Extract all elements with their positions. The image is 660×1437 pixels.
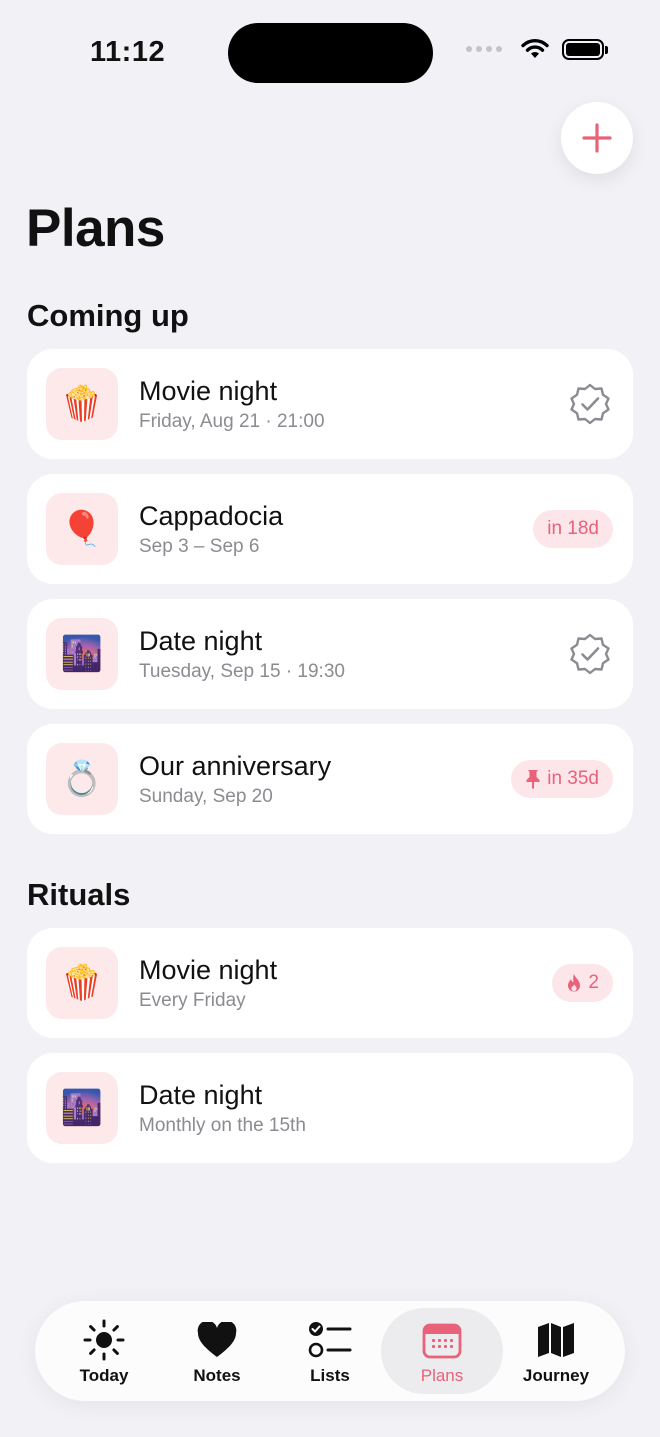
- plan-date: Friday, Aug 21 · 21:00: [139, 411, 325, 432]
- cityscape-emoji: 🌆: [46, 618, 118, 690]
- popcorn-emoji: 🍿: [46, 368, 118, 440]
- ring-emoji: 💍: [46, 743, 118, 815]
- heart-icon: [197, 1322, 237, 1357]
- dynamic-island: [228, 23, 433, 83]
- plan-card[interactable]: 🌆 Date night Tuesday, Sep 15 · 19:30: [27, 599, 633, 709]
- plan-title: Our anniversary: [139, 751, 332, 781]
- verified-badge-icon: [570, 633, 610, 675]
- map-icon: [538, 1323, 574, 1357]
- status-time: 11:12: [90, 36, 166, 68]
- battery-icon: [562, 38, 608, 60]
- wifi-icon: [521, 38, 549, 58]
- plan-date: Sep 3 – Sep 6: [139, 536, 260, 557]
- streak-count: 2: [588, 972, 599, 993]
- status-icons: [466, 38, 608, 60]
- countdown-label: in 18d: [547, 518, 599, 539]
- plan-card[interactable]: 🎈 Cappadocia Sep 3 – Sep 6 in 18d: [27, 474, 633, 584]
- ritual-schedule: Monthly on the 15th: [139, 1115, 306, 1136]
- section-title-coming-up: Coming up: [27, 298, 189, 333]
- tab-label: Lists: [310, 1366, 350, 1385]
- pin-icon: [526, 770, 540, 789]
- plan-date: Sunday, Sep 20: [139, 786, 273, 807]
- plus-icon: [582, 123, 612, 153]
- tab-journey[interactable]: Journey: [495, 1308, 617, 1394]
- plan-title: Date night: [139, 626, 263, 656]
- streak-badge: 2: [552, 964, 613, 1002]
- tab-label: Notes: [193, 1366, 241, 1385]
- cellular-signal-icon: [466, 46, 502, 52]
- flame-icon: [568, 974, 581, 992]
- countdown-label: in 35d: [547, 768, 599, 789]
- tab-notes[interactable]: Notes: [156, 1308, 278, 1394]
- ritual-card[interactable]: 🌆 Date night Monthly on the 15th: [27, 1053, 633, 1163]
- tab-lists[interactable]: Lists: [269, 1308, 391, 1394]
- countdown-badge: in 18d: [533, 510, 613, 548]
- tab-label: Plans: [420, 1366, 464, 1385]
- plan-card[interactable]: 🍿 Movie night Friday, Aug 21 · 21:00: [27, 349, 633, 459]
- plans-screen: 11:12 Plans Coming up 🍿 Movie night Frid…: [0, 0, 660, 1437]
- popcorn-emoji: 🍿: [46, 947, 118, 1019]
- ritual-card[interactable]: 🍿 Movie night Every Friday 2: [27, 928, 633, 1038]
- page-title: Plans: [26, 199, 165, 258]
- tab-today[interactable]: Today: [43, 1308, 165, 1394]
- tab-plans[interactable]: Plans: [381, 1308, 503, 1394]
- tab-bar: Today Notes Lists Plans Journey: [35, 1301, 625, 1401]
- countdown-badge: in 35d: [511, 760, 613, 798]
- ritual-schedule: Every Friday: [139, 990, 246, 1011]
- ritual-title: Date night: [139, 1080, 263, 1110]
- cityscape-emoji: 🌆: [46, 1072, 118, 1144]
- checklist-icon: [308, 1322, 352, 1358]
- sun-icon: [83, 1319, 125, 1361]
- balloon-emoji: 🎈: [46, 493, 118, 565]
- plan-date: Tuesday, Sep 15 · 19:30: [139, 661, 345, 682]
- plan-title: Movie night: [139, 376, 278, 406]
- verified-badge-icon: [570, 383, 610, 425]
- plan-title: Cappadocia: [139, 501, 284, 531]
- ritual-title: Movie night: [139, 955, 278, 985]
- calendar-icon: [422, 1323, 462, 1359]
- add-plan-button[interactable]: [561, 102, 633, 174]
- tab-label: Today: [79, 1366, 129, 1385]
- plan-card[interactable]: 💍 Our anniversary Sunday, Sep 20 in 35d: [27, 724, 633, 834]
- tab-label: Journey: [522, 1366, 590, 1385]
- section-title-rituals: Rituals: [27, 877, 131, 912]
